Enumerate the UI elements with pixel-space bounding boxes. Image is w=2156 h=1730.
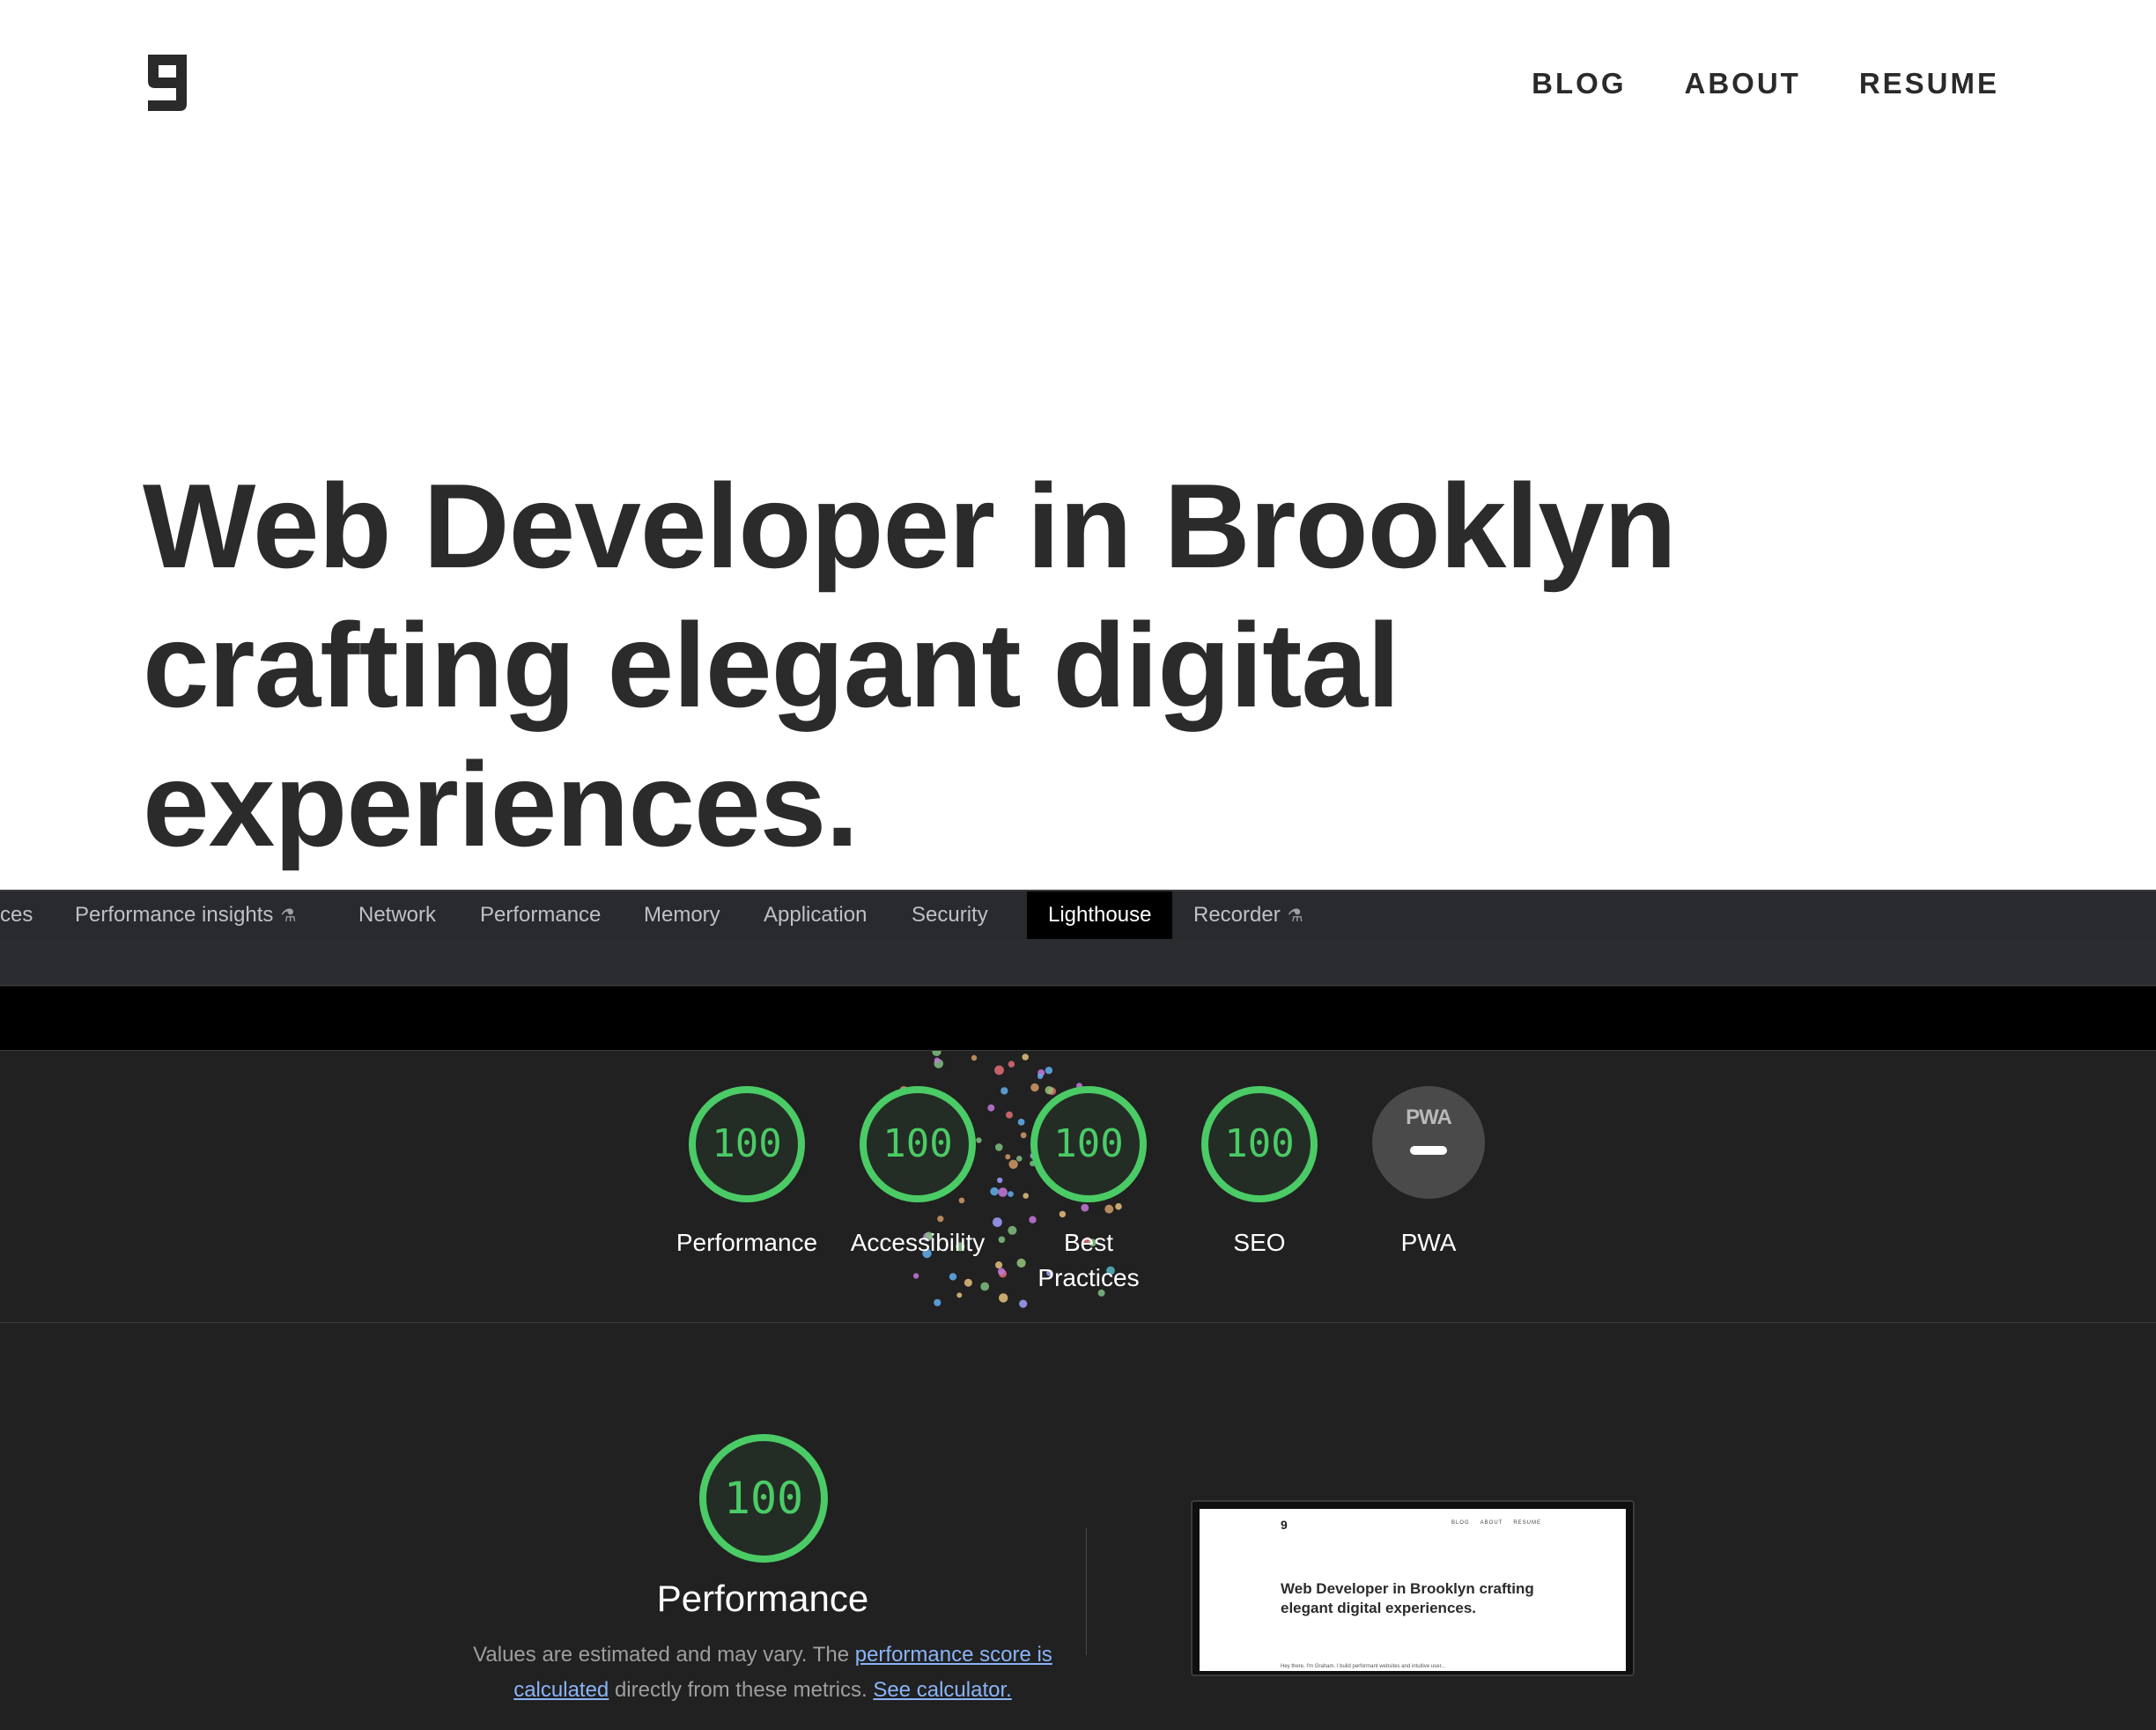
confetti-dot — [987, 1104, 995, 1112]
hero-title: Web Developer in Brooklyn crafting elega… — [143, 459, 1677, 871]
gauge-value: 100 — [723, 1473, 804, 1524]
nav-blog-link[interactable]: BLOG — [1532, 65, 1626, 102]
tab-label: Performance insights — [75, 903, 274, 927]
experiment-flask-icon: ⚗ — [1287, 906, 1303, 926]
confetti-dot — [1008, 1191, 1014, 1197]
thumbnail-nav-item: BLOG — [1451, 1520, 1470, 1526]
confetti-dot — [937, 1216, 944, 1223]
confetti-dot — [1029, 1216, 1037, 1224]
final-screenshot-thumbnail[interactable]: 9 BLOG ABOUT RESUME Web Developer in Bro… — [1191, 1500, 1635, 1676]
thumbnail-nav-item: ABOUT — [1480, 1520, 1503, 1526]
confetti-dot — [912, 1273, 919, 1279]
confetti-dot — [1019, 1299, 1028, 1308]
confetti-dot — [1045, 1067, 1053, 1075]
gauge-label: PWA — [1400, 1229, 1457, 1256]
confetti-dot — [1022, 1054, 1029, 1061]
divider — [0, 1322, 2156, 1323]
thumbnail-footer-text: Hey there, I'm Graham. I build performan… — [1281, 1664, 1446, 1669]
tab-lighthouse[interactable]: Lighthouse — [1027, 891, 1173, 939]
confetti-dot — [1006, 1111, 1013, 1119]
vertical-divider — [1086, 1528, 1087, 1655]
thumbnail-nav-item: RESUME — [1513, 1520, 1541, 1526]
lighthouse-report: 100 Performance 100 Accessibility 100 Be… — [0, 1051, 2156, 1730]
confetti-dot — [1104, 1204, 1114, 1214]
confetti-dot — [1023, 1193, 1029, 1199]
confetti-dot — [997, 1177, 1003, 1184]
site-header: BLOG ABOUT RESUME — [0, 0, 2156, 176]
confetti-dot — [1000, 1087, 1008, 1095]
tab-sources-partial[interactable]: ces — [0, 891, 33, 939]
logo-nine-icon — [148, 55, 187, 111]
desc-text: directly from these metrics. — [609, 1678, 874, 1702]
pwa-badge-circle — [1372, 1086, 1485, 1199]
tab-memory[interactable]: Memory — [644, 891, 720, 939]
desc-text: Values are estimated and may vary. The — [473, 1643, 855, 1667]
thumbnail-logo: 9 — [1281, 1518, 1288, 1532]
nav-resume-link[interactable]: RESUME — [1859, 65, 1999, 102]
gauge-label: Accessibility — [850, 1229, 986, 1256]
tab-security[interactable]: Security — [912, 891, 988, 939]
confetti-dot — [980, 1282, 990, 1291]
confetti-dot — [1020, 1132, 1027, 1139]
tab-performance[interactable]: Performance — [480, 891, 601, 939]
tab-label: Recorder — [1193, 903, 1281, 927]
confetti-dot — [1115, 1202, 1122, 1210]
thumbnail-nav: BLOG ABOUT RESUME — [1451, 1520, 1541, 1526]
confetti-dot — [1017, 1119, 1025, 1126]
confetti-dot — [997, 1268, 1006, 1275]
confetti-dot — [976, 1137, 982, 1143]
gauge-label: Best Practices — [1037, 1229, 1140, 1291]
tab-performance-insights[interactable]: Performance insights ⚗ — [75, 891, 296, 939]
devtools-panel: ces Performance insights ⚗ Network Perfor… — [0, 890, 2156, 1730]
confetti-dot — [964, 1278, 972, 1287]
confetti-dot — [995, 1261, 1003, 1269]
confetti-dot — [1008, 1159, 1018, 1169]
gauge-value: 100 — [1224, 1121, 1295, 1166]
main-nav: BLOG ABOUT RESUME — [1532, 65, 1999, 102]
devtools-tab-bar: ces Performance insights ⚗ Network Perfor… — [0, 890, 2156, 940]
confetti-dot — [1005, 1154, 1011, 1160]
confetti-dot — [971, 1054, 978, 1061]
tab-recorder[interactable]: Recorder ⚗ — [1193, 891, 1303, 939]
thumbnail-title: Web Developer in Brooklyn crafting elega… — [1281, 1580, 1534, 1616]
confetti-dot — [995, 1143, 1003, 1151]
confetti-dot — [1037, 1073, 1044, 1079]
gauge-value: 100 — [712, 1121, 782, 1166]
confetti-dot — [1008, 1061, 1015, 1068]
tab-network[interactable]: Network — [358, 891, 436, 939]
gauge-value: 100 — [882, 1121, 953, 1166]
confetti-dot — [949, 1273, 957, 1281]
confetti-dot — [1016, 1156, 1023, 1162]
confetti-dot — [934, 1057, 941, 1063]
gauge-value: 100 — [1053, 1121, 1124, 1166]
experiment-flask-icon: ⚗ — [280, 906, 297, 926]
performance-section-title: Performance — [656, 1578, 869, 1619]
confetti-dot — [994, 1065, 1004, 1076]
confetti-dot — [1059, 1210, 1067, 1218]
lighthouse-toolbar — [0, 939, 2156, 986]
confetti-dot — [990, 1187, 999, 1196]
performance-description: Values are estimated and may vary. The p… — [458, 1638, 1067, 1708]
confetti-dot — [934, 1298, 941, 1306]
confetti-dot — [999, 1293, 1008, 1303]
thumbnail-page: 9 BLOG ABOUT RESUME Web Developer in Bro… — [1200, 1509, 1626, 1671]
site-logo[interactable] — [143, 51, 192, 115]
pwa-dash-icon — [1410, 1146, 1447, 1155]
nav-about-link[interactable]: ABOUT — [1684, 65, 1800, 102]
report-topbar — [0, 987, 2156, 1051]
pwa-badge-text: PWA — [1406, 1105, 1452, 1129]
tab-application[interactable]: Application — [764, 891, 867, 939]
confetti-dot — [932, 1051, 941, 1056]
see-calculator-link[interactable]: See calculator. — [873, 1678, 1011, 1702]
confetti-dot — [998, 1187, 1008, 1197]
confetti-dot — [1081, 1203, 1089, 1212]
confetti-dot — [956, 1292, 963, 1298]
